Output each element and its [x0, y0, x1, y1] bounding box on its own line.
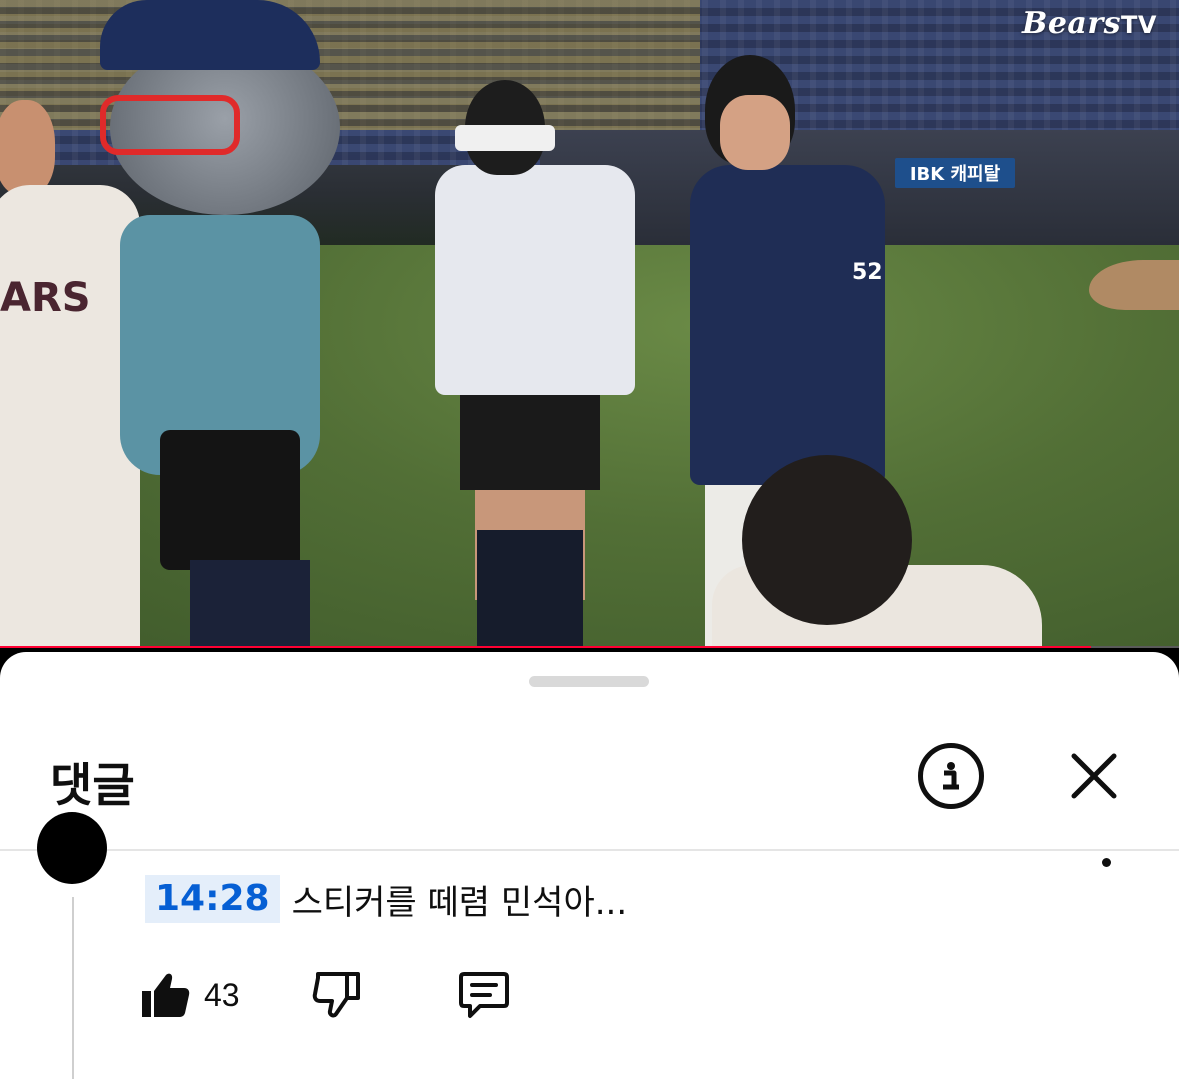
- info-button[interactable]: [918, 743, 984, 809]
- channel-logo: BearsTV: [1021, 6, 1157, 41]
- dislike-button[interactable]: [312, 970, 362, 1018]
- comment-body: 14:28 스티커를 떼렴 민석아...: [145, 874, 627, 924]
- player-kneeling: [712, 455, 1042, 648]
- bear-mascot: [100, 0, 340, 648]
- more-options-icon[interactable]: [1102, 858, 1111, 867]
- video-player[interactable]: IBK 캐피탈 ARS 52 BearsTV: [0, 0, 1179, 648]
- jersey-number: 52: [852, 260, 883, 285]
- ibk-sign: IBK 캐피탈: [895, 158, 1015, 188]
- comments-sheet: 댓글 14:28 스티커를 떼렴 민석아... 43: [0, 652, 1179, 1079]
- sheet-title: 댓글: [50, 758, 135, 812]
- jersey-text: ARS: [0, 275, 91, 321]
- header-divider: [0, 849, 1179, 851]
- reply-button[interactable]: [458, 970, 510, 1020]
- video-progress-fill: [0, 646, 1091, 648]
- drag-handle[interactable]: [529, 676, 649, 687]
- reply-comment-icon: [459, 972, 509, 1018]
- close-x-icon: [1071, 753, 1117, 799]
- like-button[interactable]: 43: [140, 971, 240, 1019]
- thread-line: [72, 897, 74, 1079]
- close-button[interactable]: [1066, 748, 1122, 804]
- avatar[interactable]: [37, 812, 107, 884]
- like-count: 43: [204, 976, 240, 1013]
- comment-actions: 43: [140, 970, 509, 1020]
- video-progress-bar[interactable]: [0, 646, 1179, 648]
- timestamp-link[interactable]: 14:28: [145, 875, 280, 923]
- info-circle-icon: [943, 762, 959, 790]
- thumbs-down-icon: [312, 972, 360, 1018]
- player-blindfolded: [405, 80, 635, 648]
- comment-text: 스티커를 떼렴 민석아...: [291, 882, 628, 923]
- thumbs-up-icon: [142, 973, 190, 1017]
